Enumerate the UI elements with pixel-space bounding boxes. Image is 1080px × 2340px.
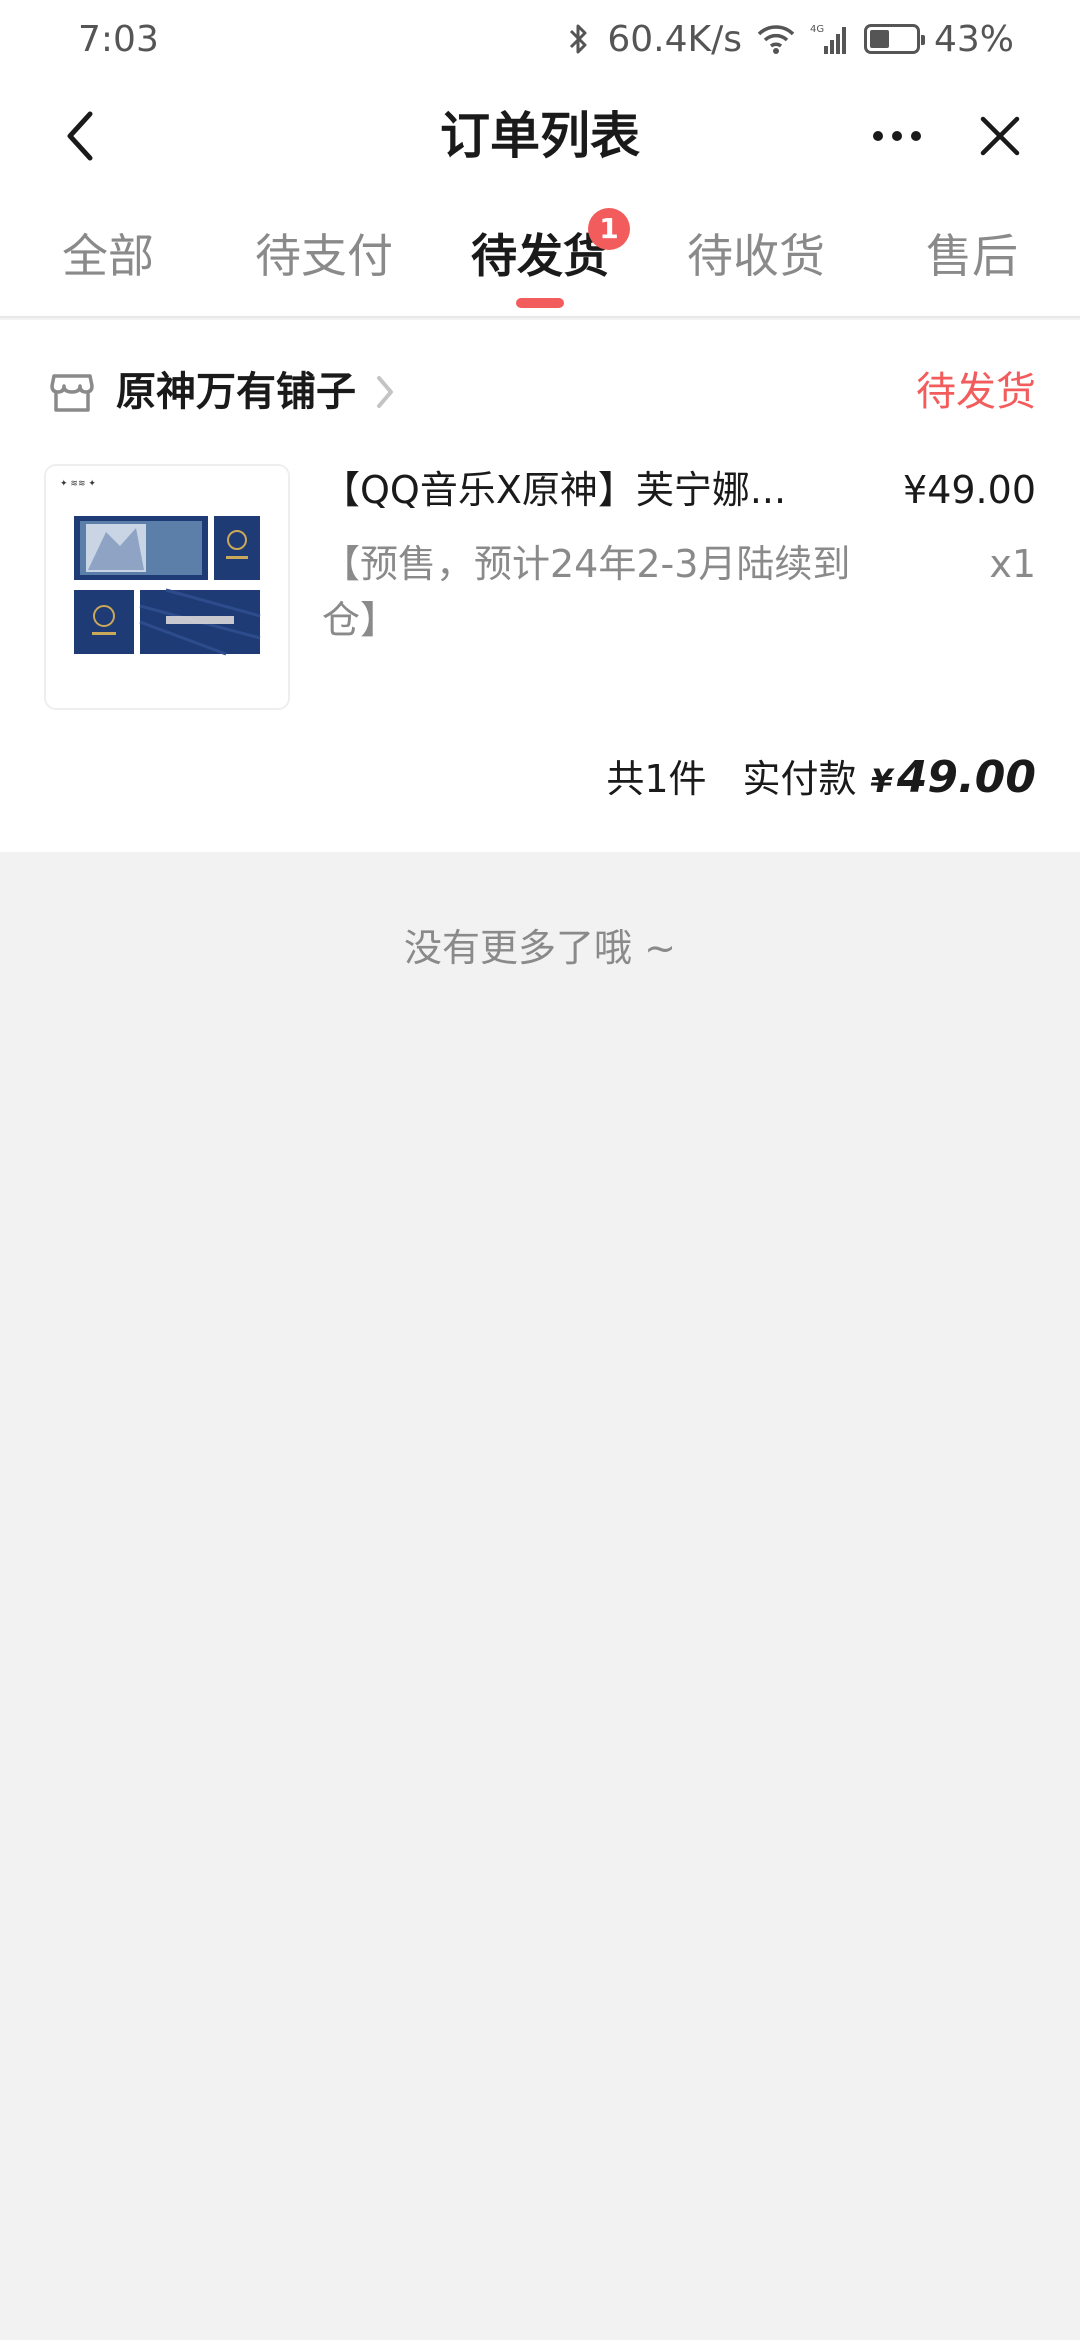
tab-pending-receipt[interactable]: 待收货 xyxy=(687,226,825,286)
order-tabs: 全部 待支付 待发货 待收货 售后 xyxy=(0,196,1080,318)
status-bar: 7:03 60.4K/s 4G 43% xyxy=(0,0,1080,78)
order-card[interactable]: 原神万有铺子 待发货 ✦ ≋≋ ✦ 【QQ音乐X原神】芙宁娜... ¥49.00… xyxy=(0,320,1080,852)
product-thumbnail[interactable]: ✦ ≋≋ ✦ xyxy=(44,464,290,710)
tab-all[interactable]: 全部 xyxy=(62,226,154,286)
product-price: ¥49.00 xyxy=(903,468,1036,512)
signal-icon: 4G xyxy=(810,22,850,56)
battery-icon xyxy=(863,24,925,54)
svg-text:✦ ≋≋ ✦: ✦ ≋≋ ✦ xyxy=(60,479,96,489)
product-quantity: x1 xyxy=(989,542,1036,586)
active-tab-indicator xyxy=(516,298,564,308)
currency-symbol: ¥ xyxy=(870,762,893,800)
chevron-right-icon[interactable] xyxy=(372,372,398,412)
shop-icon xyxy=(50,374,94,412)
title-bar: 订单列表 xyxy=(0,78,1080,196)
tab-after-sales[interactable]: 售后 xyxy=(926,226,1018,286)
more-button[interactable] xyxy=(862,106,932,166)
status-indicators: 60.4K/s 4G 43% xyxy=(563,19,1014,60)
product-spec: 【预售，预计24年2-3月陆续到仓】 xyxy=(322,542,851,642)
tab-count-badge: 1 xyxy=(588,208,630,250)
paid-amount: 49.00 xyxy=(896,752,1036,803)
shop-name[interactable]: 原神万有铺子 xyxy=(116,364,356,420)
net-speed: 60.4K/s xyxy=(607,18,742,60)
svg-text:4G: 4G xyxy=(810,24,824,35)
wifi-icon xyxy=(756,22,796,56)
close-icon xyxy=(980,116,1020,156)
order-summary: 共1件 实付款 ¥ 49.00 xyxy=(606,748,1036,811)
order-status: 待发货 xyxy=(916,369,1036,415)
end-of-list-text: 没有更多了哦 ~ xyxy=(404,926,676,970)
bluetooth-icon xyxy=(563,21,593,57)
battery-percent: 43% xyxy=(933,18,1014,60)
product-title[interactable]: 【QQ音乐X原神】芙宁娜... xyxy=(322,462,842,518)
more-horizontal-icon xyxy=(873,131,921,141)
battery-fill xyxy=(869,30,889,48)
status-time: 7:03 xyxy=(78,18,159,60)
tab-pending-payment[interactable]: 待支付 xyxy=(255,226,393,286)
item-count: 共1件 xyxy=(606,757,707,801)
paid-label: 实付款 xyxy=(742,757,857,801)
ticket-product-image: ✦ ≋≋ ✦ xyxy=(46,466,288,708)
close-button[interactable] xyxy=(970,106,1030,166)
